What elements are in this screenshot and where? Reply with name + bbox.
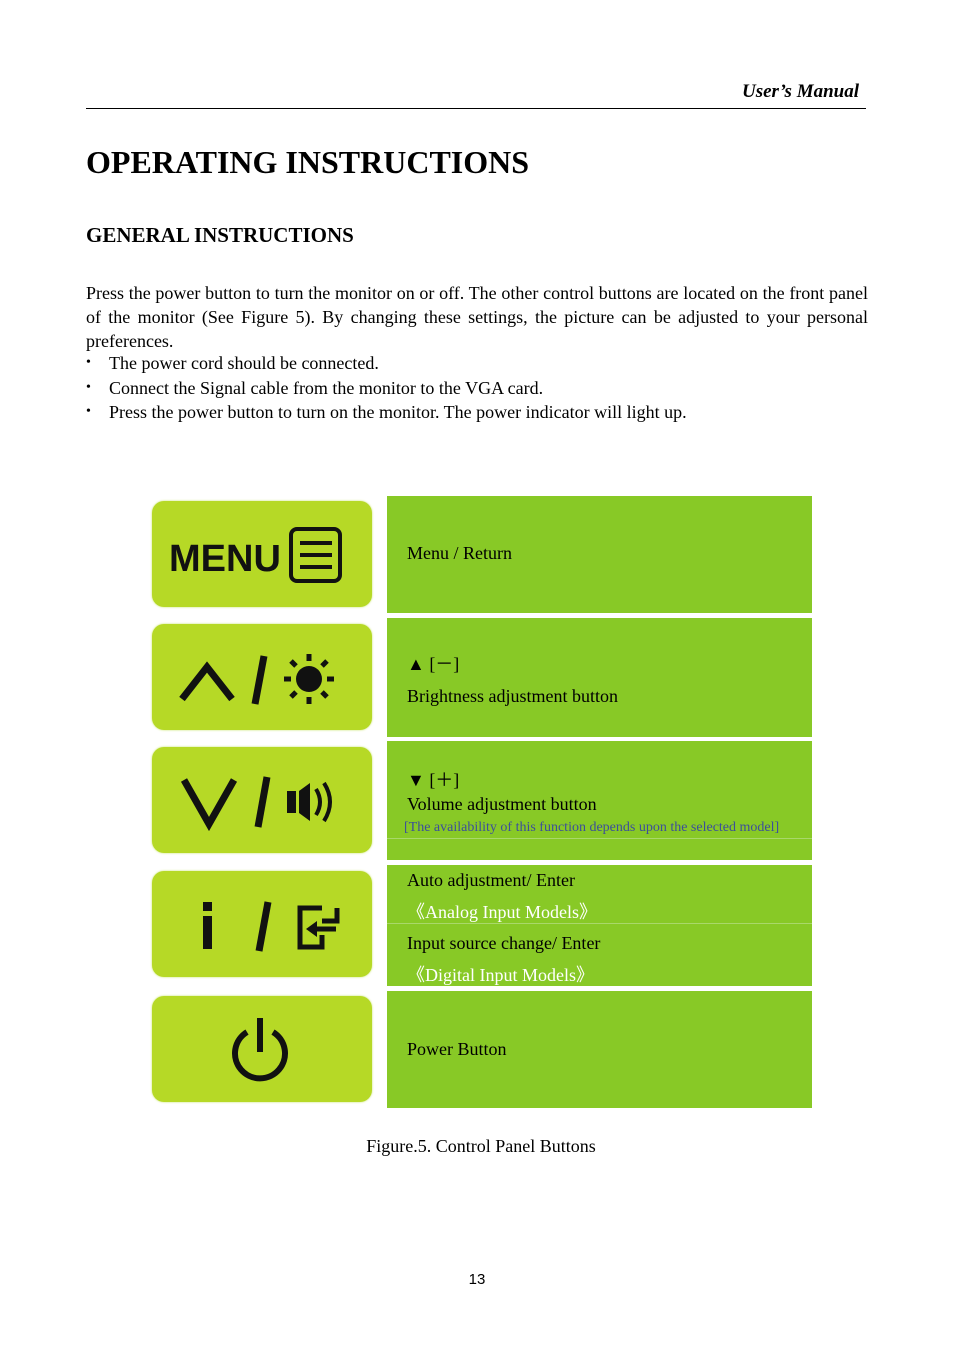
bullet-icon: • <box>86 355 91 370</box>
page-title: OPERATING INSTRUCTIONS <box>86 144 530 180</box>
bullet-icon: • <box>86 379 91 395</box>
up-brightness-icon <box>179 654 334 705</box>
power-icon <box>232 1018 288 1082</box>
figure-caption: Figure.5. Control Panel Buttons <box>366 1136 596 1156</box>
volume-availability-note: [The availability of this function depen… <box>404 820 780 835</box>
svg-text:MENU: MENU <box>169 538 281 580</box>
brightness-key-label: ▲ [－] <box>407 654 460 674</box>
brightness-description: ▲ [－] Brightness adjustment button <box>387 618 812 737</box>
brightness-button-image <box>152 624 372 730</box>
row-divider <box>387 838 812 839</box>
page-number: 13 <box>468 1271 486 1288</box>
down-volume-icon <box>180 776 332 832</box>
info-input-icon <box>203 901 340 952</box>
menu-description: Menu / Return <box>387 496 812 613</box>
section-title: GENERAL INSTRUCTIONS <box>86 223 354 247</box>
intro-paragraph: Press the power button to turn the monit… <box>86 283 868 351</box>
analog-models-label: 《Analog Input Models》 <box>407 902 597 922</box>
row-divider <box>387 923 812 924</box>
volume-button-image <box>152 747 372 853</box>
menu-icon: MENU <box>169 527 342 583</box>
input-source-label: Input source change/ Enter <box>407 933 601 953</box>
brightness-label: Brightness adjustment button <box>407 686 618 706</box>
header-title: User’s Manual <box>741 81 859 102</box>
digital-models-label: 《Digital Input Models》 <box>407 965 594 985</box>
power-button-image <box>152 996 372 1102</box>
volume-key-label: ▼ [＋] <box>407 770 460 790</box>
list-item: • Press the power button to turn on the m… <box>86 400 687 425</box>
list-item: • Connect the Signal cable from the monit… <box>86 376 687 401</box>
input-button-image <box>152 871 372 977</box>
power-description: Power Button <box>387 991 812 1108</box>
input-description: Auto adjustment/ Enter 《Analog Input Mod… <box>387 865 812 986</box>
header-divider <box>86 108 866 109</box>
power-label: Power Button <box>407 1039 507 1059</box>
list-item: • The power cord should be connected. <box>86 351 687 376</box>
menu-button-image: MENU <box>152 501 372 607</box>
volume-description: ▼ [＋] Volume adjustment button [The avai… <box>387 741 812 860</box>
bullet-icon: • <box>86 404 91 419</box>
menu-label: Menu / Return <box>407 543 512 563</box>
volume-label: Volume adjustment button <box>407 794 597 814</box>
instruction-list: • The power cord should be connected. • Co… <box>86 351 687 425</box>
auto-adjust-label: Auto adjustment/ Enter <box>407 870 575 890</box>
